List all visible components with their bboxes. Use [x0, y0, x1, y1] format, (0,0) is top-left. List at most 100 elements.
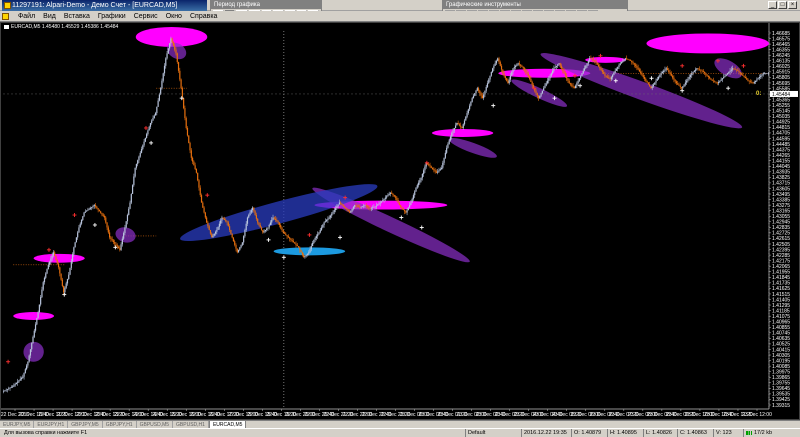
candle-down-body — [191, 157, 194, 162]
menu-item-5[interactable]: Окно — [162, 11, 186, 22]
candle-up-body — [87, 209, 89, 211]
connection-icon — [746, 430, 752, 435]
status-high: H: 1.40895 — [607, 429, 643, 437]
ellipse-purple — [511, 79, 568, 107]
maximize-button[interactable]: □ — [778, 1, 787, 9]
ellipse-magenta — [646, 33, 769, 54]
candle-down-body — [697, 68, 699, 69]
candle-down-body — [740, 73, 743, 75]
candle-down-body — [204, 212, 206, 218]
ellipse-magenta — [13, 312, 55, 320]
ellipse-purple — [115, 227, 136, 243]
candle-down-body — [223, 218, 226, 220]
close-button[interactable]: × — [788, 1, 797, 9]
candle-up-body — [142, 145, 144, 150]
candle-down-body — [347, 210, 349, 212]
candle-down-body — [188, 135, 190, 143]
chart-window[interactable]: 1.46685 1.46575 1.46465 1.46355 1.46245 1.461… — [0, 22, 800, 420]
symbol-icon — [4, 24, 9, 29]
candle-down-body — [300, 249, 302, 253]
candle-down-body — [356, 205, 358, 207]
candle-down-body — [397, 200, 399, 203]
candle-down-body — [254, 211, 256, 216]
candle-up-body — [471, 98, 473, 102]
candle-up-body — [618, 65, 620, 68]
candle-up-body — [508, 79, 510, 84]
candle-up-body — [52, 252, 55, 256]
candle-up-body — [512, 68, 514, 73]
x-tick-label: 23 Dec 12:00 — [742, 412, 772, 418]
candle-up-body — [32, 336, 34, 344]
menu-item-4[interactable]: Сервис — [130, 11, 162, 22]
candle-up-body — [490, 72, 492, 76]
price-chart[interactable]: 1.466851.465751.464651.463551.462451.461… — [1, 23, 799, 419]
candle-up-body — [378, 203, 380, 205]
candle-up-body — [5, 389, 7, 391]
candle-up-body — [545, 83, 547, 86]
candle-down-body — [105, 217, 107, 223]
menu-item-3[interactable]: Графики — [94, 11, 130, 22]
candle-up-body — [721, 78, 724, 80]
candle-up-body — [424, 166, 426, 171]
candle-up-body — [411, 198, 413, 203]
menu-item-2[interactable]: Вставка — [60, 11, 94, 22]
menu-item-6[interactable]: Справка — [186, 11, 221, 22]
candle-up-body — [306, 253, 309, 255]
candle-down-body — [433, 169, 435, 171]
candle-down-body — [96, 206, 98, 209]
candle-up-body — [65, 283, 67, 288]
status-volume: V: 123 — [713, 429, 743, 437]
candle-up-body — [384, 197, 386, 199]
menu-item-1[interactable]: Вид — [39, 11, 60, 22]
candle-down-body — [637, 67, 639, 70]
candle-up-body — [421, 173, 423, 178]
candle-up-body — [158, 94, 160, 101]
candle-up-body — [483, 94, 485, 99]
candle-down-body — [185, 118, 187, 128]
candle-down-body — [712, 80, 715, 82]
candle-down-body — [568, 80, 570, 84]
candle-down-body — [198, 180, 200, 188]
candle-up-body — [140, 149, 143, 153]
candle-up-body — [448, 140, 450, 145]
candle-up-body — [544, 85, 546, 89]
chart-tabs: EURJPY,M5 EURJPY,H1 GBPJPY,M5 GBPJPY,H1 GBPU… — [0, 420, 800, 429]
candle-down-body — [253, 207, 255, 212]
candle-down-body — [346, 208, 348, 211]
candle-down-body — [296, 244, 298, 247]
candle-down-body — [357, 206, 360, 207]
minimize-button[interactable]: _ — [768, 1, 777, 9]
candle-down-body — [193, 161, 195, 166]
candle-up-body — [576, 83, 578, 86]
candle-down-body — [355, 205, 357, 206]
candle-up-body — [305, 254, 307, 257]
candle-up-body — [216, 229, 218, 232]
candle-down-body — [342, 205, 344, 207]
candle-up-body — [160, 88, 162, 95]
candle-up-body — [144, 137, 146, 142]
candle-up-body — [86, 210, 88, 212]
candle-up-body — [165, 58, 167, 66]
menu-item-0[interactable]: Файл — [14, 11, 39, 22]
candle-up-body — [336, 206, 338, 209]
candle-up-body — [664, 69, 666, 71]
candle-up-body — [14, 384, 16, 386]
candle-down-body — [179, 70, 181, 80]
candle-up-body — [79, 223, 81, 228]
candle-up-body — [217, 226, 219, 230]
candle-up-body — [13, 385, 15, 387]
candle-down-body — [680, 86, 683, 89]
candle-down-body — [716, 82, 718, 84]
candle-down-body — [747, 79, 749, 81]
candle-down-body — [700, 69, 702, 71]
candle-down-body — [560, 65, 563, 69]
candle-up-body — [213, 233, 215, 236]
status-profile[interactable]: Default — [465, 429, 521, 437]
candle-down-body — [500, 65, 503, 70]
candle-down-body — [627, 58, 629, 60]
candle-down-body — [260, 227, 263, 230]
candle-up-body — [153, 115, 155, 119]
candle-up-body — [26, 365, 28, 370]
candle-up-body — [665, 68, 667, 70]
candle-up-body — [444, 152, 446, 158]
